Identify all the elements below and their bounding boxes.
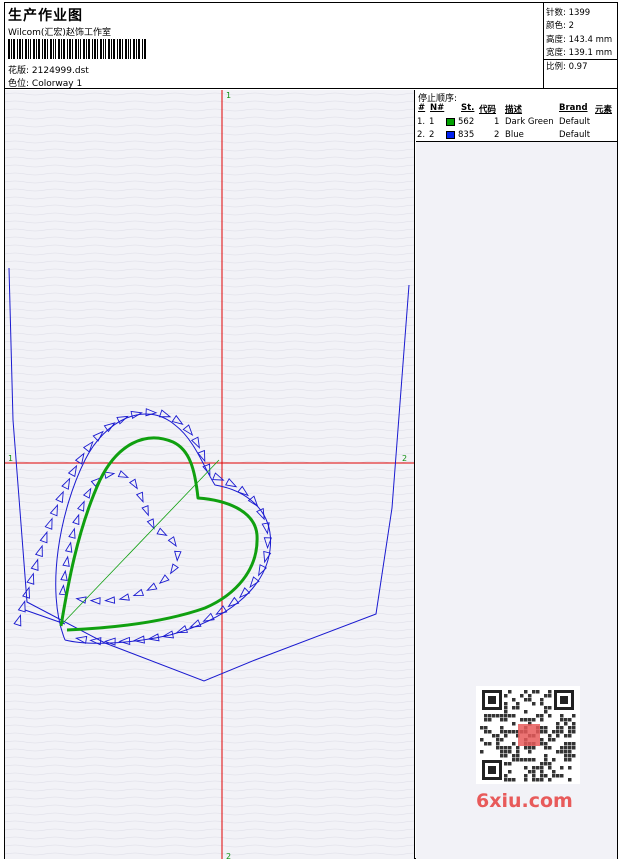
axis-marker-bottom: 2 bbox=[226, 852, 231, 859]
design-height: 高度: 143.4 mm bbox=[546, 35, 613, 45]
colorway-value: Colorway 1 bbox=[31, 79, 83, 89]
col-header-desc: 描述 bbox=[505, 105, 523, 115]
col-header-hash: # bbox=[418, 103, 426, 113]
qr-code-watermark bbox=[476, 686, 580, 784]
colorway-label: 色位: bbox=[8, 79, 30, 89]
production-worksheet: 生产作业图 Wilcom(汇宏)赵饰工作室 花版: 2124999.dst 色位… bbox=[4, 2, 618, 859]
col-header-brand: Brand bbox=[559, 103, 588, 113]
color-count: 颜色: 2 bbox=[546, 21, 574, 31]
row-index: 2. bbox=[417, 130, 426, 140]
worksheet-header: 生产作业图 Wilcom(汇宏)赵饰工作室 花版: 2124999.dst 色位… bbox=[5, 3, 618, 89]
row-number: 2 bbox=[429, 130, 435, 140]
axis-marker-right: 2 bbox=[402, 454, 407, 463]
color-swatch-blue bbox=[446, 131, 455, 139]
stitch-drawing: 1 2 1 2 bbox=[5, 90, 414, 859]
worksheet-title: 生产作业图 bbox=[8, 8, 83, 24]
watermark-site: 6xiu.com bbox=[476, 790, 573, 812]
design-width: 宽度: 139.1 mm bbox=[546, 48, 613, 58]
design-label: 花版: bbox=[8, 66, 30, 76]
row-brand: Default bbox=[559, 130, 591, 140]
barcode-image bbox=[8, 39, 146, 59]
studio-name: Wilcom(汇宏)赵饰工作室 bbox=[8, 28, 111, 38]
row-description: Dark Green bbox=[505, 117, 554, 127]
stop-sequence-table: 停止顺序: # N# St. 代码 描述 Brand 元素 1. 1 562 1… bbox=[416, 90, 617, 142]
row-index: 1. bbox=[417, 117, 426, 127]
design-file: 花版: 2124999.dst bbox=[8, 63, 89, 76]
stats-box: 针数: 1399 颜色: 2 高度: 143.4 mm 宽度: 139.1 mm… bbox=[543, 3, 618, 89]
col-header-no: N# bbox=[430, 103, 445, 113]
stitch-count: 针数: 1399 bbox=[546, 8, 591, 18]
stop-sequence-panel: 停止顺序: # N# St. 代码 描述 Brand 元素 1. 1 562 1… bbox=[416, 90, 617, 859]
axis-marker-top: 1 bbox=[226, 91, 231, 100]
axis-marker-left: 1 bbox=[8, 454, 13, 463]
color-swatch-green bbox=[446, 118, 455, 126]
embroidery-preview: 1 2 1 2 bbox=[5, 90, 415, 859]
row-code: 1 bbox=[494, 117, 500, 127]
row-code: 2 bbox=[494, 130, 500, 140]
row-stitches: 835 bbox=[458, 130, 475, 140]
colorway: 色位: Colorway 1 bbox=[8, 76, 82, 89]
row-brand: Default bbox=[559, 117, 591, 127]
col-header-element: 元素 bbox=[595, 105, 613, 115]
design-value: 2124999.dst bbox=[31, 66, 89, 76]
row-number: 1 bbox=[429, 117, 435, 127]
row-description: Blue bbox=[505, 130, 524, 140]
col-header-code: 代码 bbox=[479, 105, 497, 115]
row-stitches: 562 bbox=[458, 117, 475, 127]
col-header-stitches: St. bbox=[461, 103, 475, 113]
design-scale: 比例: 0.97 bbox=[546, 62, 588, 72]
